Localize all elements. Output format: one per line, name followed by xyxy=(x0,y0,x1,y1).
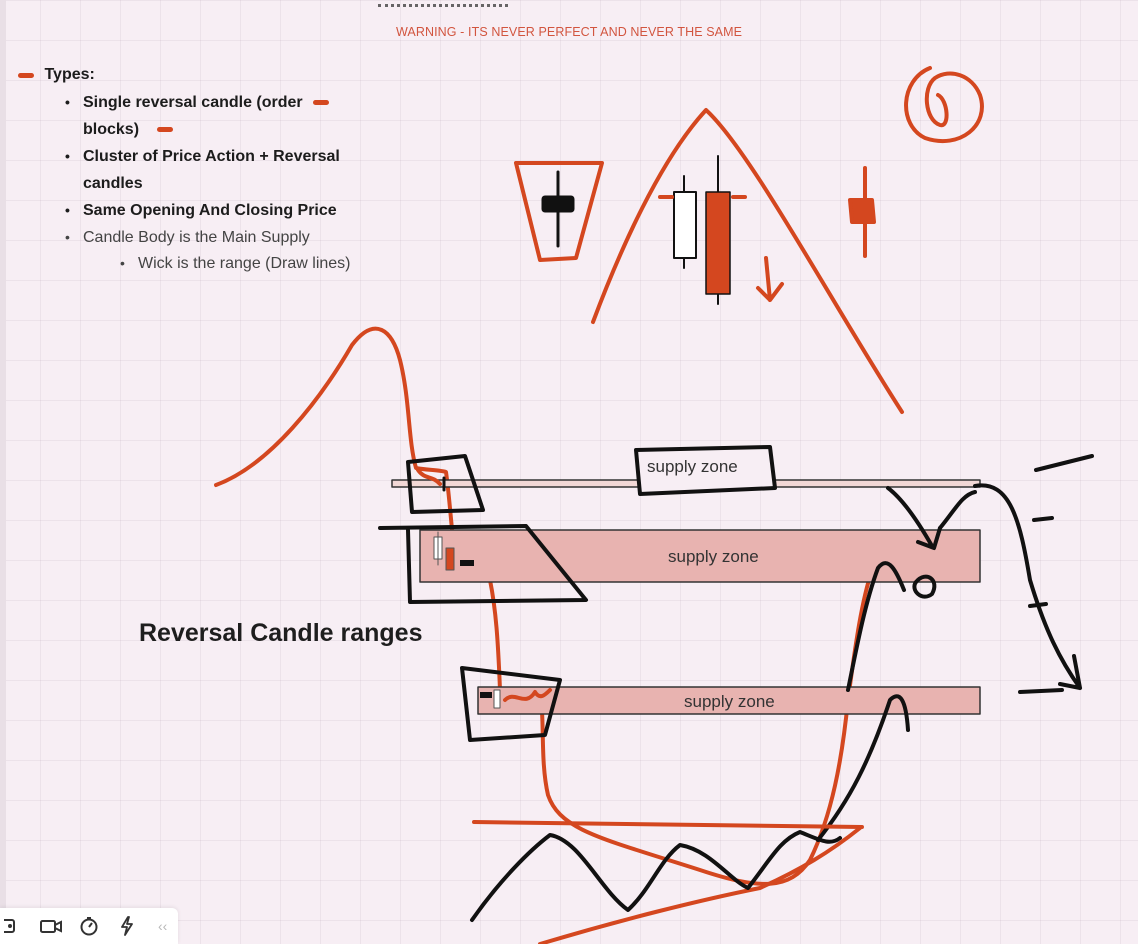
supply-zone-label-1: supply zone xyxy=(647,457,738,476)
drawing-layer: supply zone supply zone supply zone xyxy=(214,66,1094,944)
circle-doodle xyxy=(904,66,984,144)
lightning-icon[interactable] xyxy=(114,913,140,939)
collapse-toolbar-button[interactable]: ‹‹ xyxy=(158,918,167,934)
timer-icon[interactable] xyxy=(76,913,102,939)
right-arrow xyxy=(973,483,1082,690)
single-candle-sketch xyxy=(514,161,604,262)
price-chop-red xyxy=(416,468,552,702)
bottom-support-line xyxy=(472,820,864,829)
frame-icon[interactable] xyxy=(0,913,26,939)
supply-zone-label-2: supply zone xyxy=(668,547,759,566)
price-line-red xyxy=(214,326,902,886)
peak-curve xyxy=(591,108,904,414)
small-candle-doodle xyxy=(848,166,876,258)
candles-in-peak xyxy=(658,155,784,305)
video-camera-icon[interactable] xyxy=(38,913,64,939)
bottom-toolbar: ‹‹ xyxy=(0,908,178,944)
supply-zone-label-3: supply zone xyxy=(684,692,775,711)
bottom-zigzag-red xyxy=(538,826,862,944)
reversal-candle-ranges-heading: Reversal Candle ranges xyxy=(139,619,423,647)
